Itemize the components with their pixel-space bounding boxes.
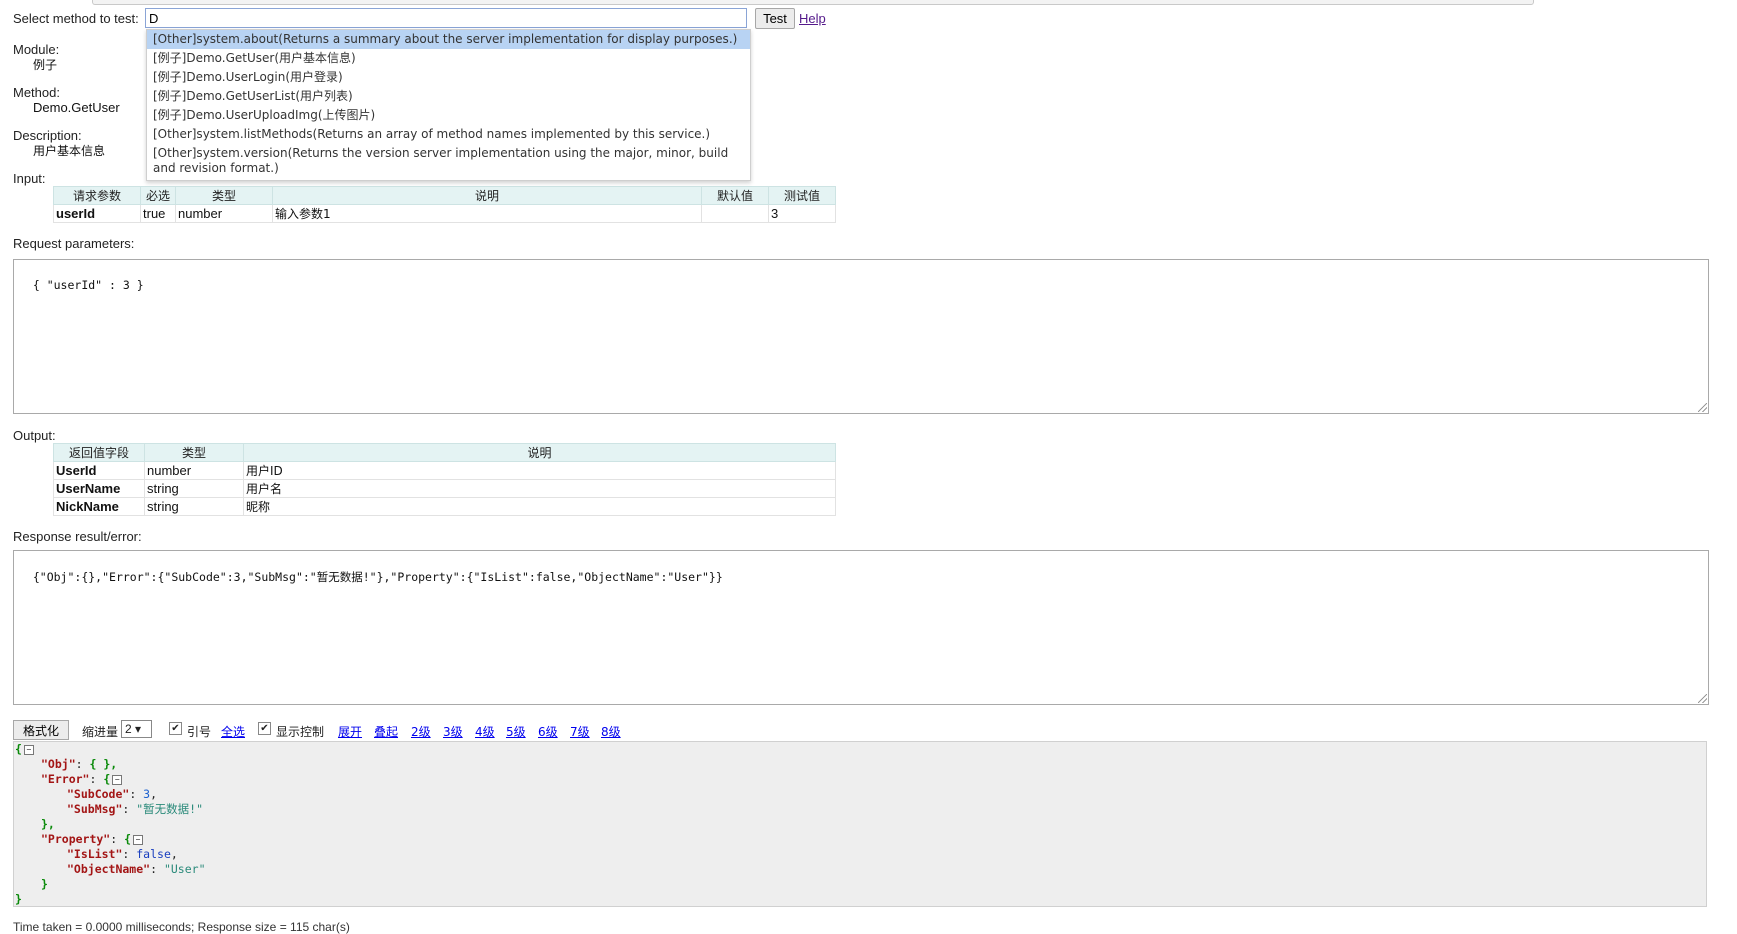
input-label: Input: (13, 171, 46, 186)
indent-label: 缩进量 (82, 725, 119, 739)
level-5-link[interactable]: 5级 (506, 723, 526, 740)
table-row: NickName string 昵称 (53, 497, 836, 516)
param-type-cell: number (175, 204, 273, 223)
method-autocomplete-dropdown[interactable]: [Other]system.about(Returns a summary ab… (146, 29, 751, 181)
level-2-link[interactable]: 2级 (411, 723, 431, 740)
table-row: UserId number 用户ID (53, 461, 836, 480)
output-fields-table: 返回值字段 类型 说明 UserId number 用户ID UserName … (53, 443, 836, 516)
module-value: 例子 (33, 58, 58, 72)
json-value: "暂无数据!" (136, 802, 204, 816)
dropdown-item-system-about[interactable]: [Other]system.about(Returns a summary ab… (147, 30, 750, 49)
field-desc-cell: 昵称 (243, 497, 836, 516)
input-table-header: 请求参数 必选 类型 说明 默认值 测试值 (53, 186, 836, 205)
expand-link[interactable]: 展开 (338, 723, 362, 740)
level-8-link[interactable]: 8级 (601, 723, 621, 740)
dropdown-item-demo-useruploadimg[interactable]: [例子]Demo.UserUploadImg(上传图片) (147, 106, 750, 125)
request-params-textarea[interactable]: { "userId" : 3 } (13, 259, 1709, 414)
col-header: 必选 (140, 186, 176, 205)
resize-grip-icon[interactable] (1698, 403, 1707, 412)
field-name-cell: UserName (53, 479, 145, 498)
param-name-cell: userId (53, 204, 141, 223)
top-scroll-frame (92, 0, 1534, 5)
param-test-value-cell[interactable]: 3 (768, 204, 836, 223)
method-label: Method: (13, 85, 60, 100)
response-text: {"Obj":{},"Error":{"SubCode":3,"SubMsg":… (32, 570, 723, 584)
json-key: "ObjectName" (67, 862, 151, 876)
param-required-cell: true (140, 204, 176, 223)
show-control-checkbox[interactable]: ✔ (258, 722, 271, 735)
level-6-link[interactable]: 6级 (538, 723, 558, 740)
request-params-label: Request parameters: (13, 236, 135, 251)
col-header: 类型 (144, 443, 244, 462)
level-7-link[interactable]: 7级 (570, 723, 590, 740)
json-value: 3 (143, 787, 151, 801)
dropdown-item-system-listmethods[interactable]: [Other]system.listMethods(Returns an arr… (147, 125, 750, 144)
collapse-toggle-icon[interactable]: − (23, 744, 34, 755)
method-search-input[interactable] (145, 8, 747, 28)
quote-label: 引号 (187, 725, 212, 739)
field-name-cell: UserId (53, 461, 145, 480)
indent-select[interactable]: 2 ▾ (121, 720, 152, 738)
dropdown-item-demo-getuser[interactable]: [例子]Demo.GetUser(用户基本信息) (147, 49, 750, 68)
response-textarea[interactable]: {"Obj":{},"Error":{"SubCode":3,"SubMsg":… (13, 550, 1709, 705)
module-label: Module: (13, 42, 60, 57)
field-type-cell: string (144, 479, 244, 498)
param-desc-cell: 输入参数1 (272, 204, 702, 223)
input-params-table: 请求参数 必选 类型 说明 默认值 测试值 userId true number… (53, 186, 836, 223)
description-label: Description: (13, 128, 82, 143)
col-header: 测试值 (768, 186, 836, 205)
json-value: "User" (163, 862, 206, 876)
collapse-link[interactable]: 叠起 (374, 723, 398, 740)
param-default-cell (701, 204, 769, 223)
col-header: 说明 (272, 186, 702, 205)
quote-checkbox[interactable]: ✔ (169, 722, 182, 735)
status-footer: Time taken = 0.0000 milliseconds; Respon… (13, 920, 350, 934)
show-control-label: 显示控制 (276, 725, 325, 739)
json-key: "Property" (41, 832, 111, 846)
json-key: "SubCode" (67, 787, 130, 801)
resize-grip-icon[interactable] (1698, 694, 1707, 703)
request-params-text: { "userId" : 3 } (32, 278, 144, 292)
col-header: 说明 (243, 443, 836, 462)
field-name-cell: NickName (53, 497, 145, 516)
dropdown-item-system-version[interactable]: [Other]system.version(Returns the versio… (147, 144, 750, 178)
json-tree-view: {− "Obj": { }, "Error": {− "SubCode": 3,… (13, 741, 1707, 907)
field-desc-cell: 用户名 (243, 479, 836, 498)
select-method-label: Select method to test: (13, 11, 139, 26)
json-key: "IsList" (67, 847, 123, 861)
response-label: Response result/error: (13, 529, 142, 544)
col-header: 请求参数 (53, 186, 141, 205)
format-button[interactable]: 格式化 (13, 720, 69, 740)
dropdown-item-demo-userlogin[interactable]: [例子]Demo.UserLogin(用户登录) (147, 68, 750, 87)
json-key: "Error" (41, 772, 90, 786)
col-header: 返回值字段 (53, 443, 145, 462)
select-all-link[interactable]: 全选 (221, 723, 245, 740)
field-type-cell: number (144, 461, 244, 480)
dropdown-item-demo-getuserlist[interactable]: [例子]Demo.GetUserList(用户列表) (147, 87, 750, 106)
method-value: Demo.GetUser (33, 100, 120, 115)
help-link[interactable]: Help (799, 11, 826, 26)
json-key: "SubMsg" (67, 802, 123, 816)
json-key: "Obj" (41, 757, 76, 771)
test-button[interactable]: Test (755, 8, 795, 29)
output-label: Output: (13, 428, 56, 443)
field-desc-cell: 用户ID (243, 461, 836, 480)
description-value: 用户基本信息 (33, 144, 106, 158)
collapse-toggle-icon[interactable]: − (133, 834, 144, 845)
field-type-cell: string (144, 497, 244, 516)
table-row: userId true number 输入参数1 3 (53, 204, 836, 223)
table-row: UserName string 用户名 (53, 479, 836, 498)
col-header: 类型 (175, 186, 273, 205)
collapse-toggle-icon[interactable]: − (112, 774, 123, 785)
level-3-link[interactable]: 3级 (443, 723, 463, 740)
output-table-header: 返回值字段 类型 说明 (53, 443, 836, 462)
json-value: false (136, 847, 171, 861)
col-header: 默认值 (701, 186, 769, 205)
level-4-link[interactable]: 4级 (475, 723, 495, 740)
